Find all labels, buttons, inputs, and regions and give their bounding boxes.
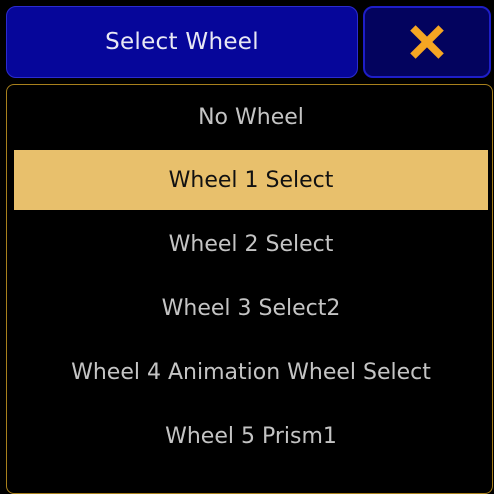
wheel-item-label: Wheel 4 Animation Wheel Select [71, 359, 431, 385]
wheel-item-3[interactable]: Wheel 3 Select2 [14, 278, 488, 338]
wheel-item-5[interactable]: Wheel 5 Prism1 [14, 406, 488, 466]
dialog-header: Select Wheel [0, 0, 494, 86]
dialog-title-bar: Select Wheel [6, 6, 358, 78]
wheel-item-label: No Wheel [198, 104, 304, 130]
wheel-list: No Wheel Wheel 1 Select Wheel 2 Select W… [6, 84, 493, 494]
wheel-item-2[interactable]: Wheel 2 Select [14, 214, 488, 274]
dialog-title: Select Wheel [105, 29, 259, 55]
wheel-item-label: Wheel 5 Prism1 [165, 423, 337, 449]
wheel-item-4[interactable]: Wheel 4 Animation Wheel Select [14, 342, 488, 402]
wheel-item-label: Wheel 1 Select [168, 167, 334, 193]
wheel-item-label: Wheel 2 Select [168, 231, 334, 257]
close-button[interactable] [363, 6, 491, 78]
wheel-item-no-wheel[interactable]: No Wheel [14, 87, 488, 147]
wheel-item-1-selected[interactable]: Wheel 1 Select [14, 150, 488, 210]
close-x-icon [410, 25, 444, 59]
wheel-item-label: Wheel 3 Select2 [161, 295, 341, 321]
